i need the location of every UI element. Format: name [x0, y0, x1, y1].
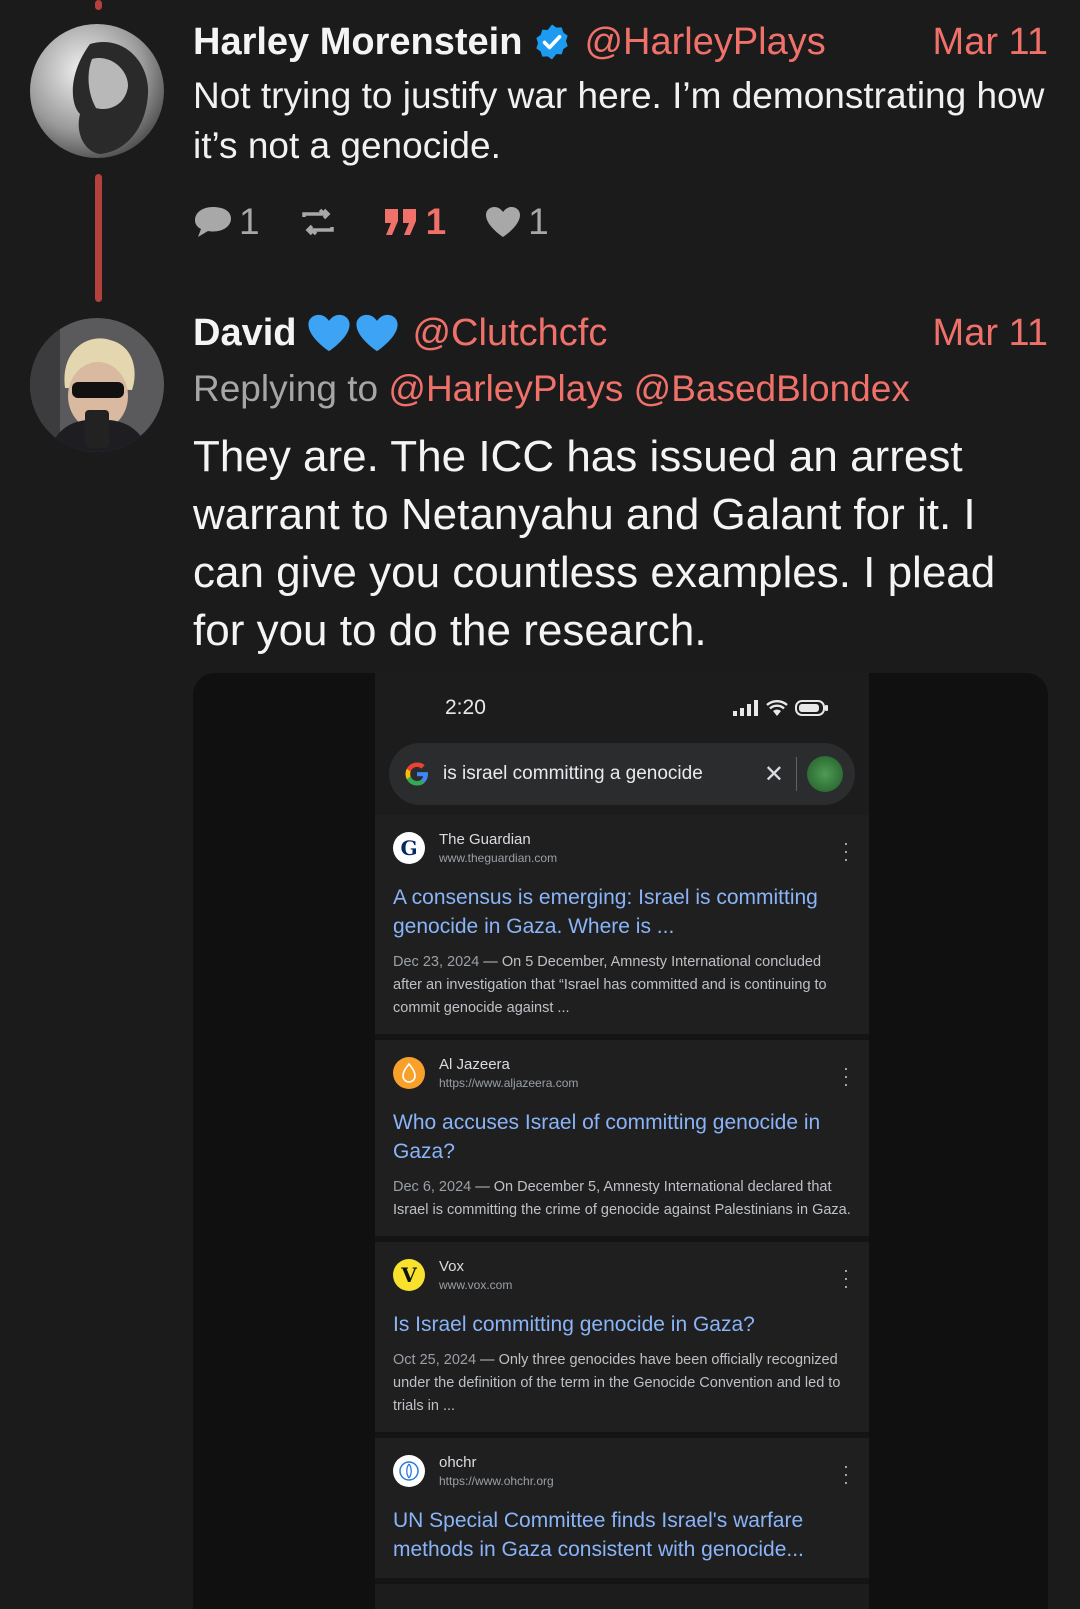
post-date[interactable]: Mar 11: [933, 21, 1048, 64]
quote-count: 1: [425, 201, 447, 242]
signal-icon: [733, 700, 758, 716]
blue-heart-icon: [308, 314, 351, 352]
wifi-icon: [766, 700, 788, 716]
quote-icon: [384, 209, 416, 235]
result-url: https://www.aljazeera.com: [439, 1076, 579, 1090]
clear-search-icon[interactable]: ✕: [764, 760, 784, 789]
result-url: www.theguardian.com: [439, 851, 558, 865]
result-snippet: Oct 25, 2024 — Only three genocides have…: [393, 1352, 841, 1414]
search-result[interactable]: V Vox www.vox.com · · · Is Israel committi…: [375, 1242, 869, 1438]
more-options-icon[interactable]: · · ·: [843, 834, 849, 868]
quote-button[interactable]: 1: [382, 201, 447, 243]
post-text: Not trying to justify war here. I’m demo…: [193, 75, 1045, 166]
result-url: www.vox.com: [439, 1278, 513, 1292]
author-name[interactable]: Harley Morenstein: [193, 21, 522, 64]
result-title[interactable]: Is Israel committing genocide in Gaza?: [393, 1310, 851, 1339]
mention-link[interactable]: @HarleyPlays: [388, 368, 623, 409]
post-text: They are. The ICC has issued an arrest w…: [193, 432, 996, 655]
ohchr-logo-icon: [393, 1455, 425, 1487]
thread-line-top: [95, 0, 102, 10]
comment-icon: [195, 207, 231, 237]
post-date[interactable]: Mar 11: [933, 312, 1048, 355]
result-url: https://www.ohchr.org: [439, 1474, 554, 1488]
status-bar: 2:20: [375, 673, 869, 743]
result-title[interactable]: UN Special Committee finds Israel's warf…: [393, 1506, 851, 1564]
result-site-name: ohchr: [439, 1454, 477, 1471]
result-date: Dec 6, 2024: [393, 1179, 472, 1195]
result-title[interactable]: Who accuses Israel of committing genocid…: [393, 1108, 851, 1166]
repost-icon: [301, 208, 334, 236]
thread-line-connector: [95, 174, 102, 302]
result-source: G The Guardian www.theguardian.com: [393, 825, 851, 871]
more-options-icon[interactable]: · · ·: [843, 1059, 849, 1093]
aljazeera-logo-icon: [393, 1057, 425, 1089]
author-handle[interactable]: @Clutchcfc: [412, 312, 607, 355]
more-options-icon[interactable]: · · ·: [843, 1261, 849, 1295]
post-header: Harley Morenstein @HarleyPlays Mar 11: [193, 17, 1048, 67]
post-harley: Harley Morenstein @HarleyPlays Mar 11 No…: [193, 17, 1048, 243]
google-search-bar[interactable]: is israel committing a genocide ✕: [389, 743, 855, 805]
repost-button[interactable]: [298, 205, 344, 239]
post-david: David @Clutchcfc Mar 11 Replying to @Har…: [193, 308, 1048, 660]
reply-button[interactable]: 1: [193, 201, 260, 243]
search-query: is israel committing a genocide: [443, 763, 703, 784]
divider: [796, 757, 797, 791]
result-title[interactable]: A consensus is emerging: Israel is commi…: [393, 883, 851, 941]
account-avatar-icon[interactable]: [807, 756, 843, 792]
result-source: Al Jazeera https://www.aljazeera.com: [393, 1050, 851, 1096]
heart-icon: [486, 207, 521, 237]
like-button[interactable]: 1: [484, 201, 549, 243]
verified-badge-icon: [536, 24, 569, 60]
blue-heart-icon: [356, 314, 399, 352]
reply-count: 1: [239, 201, 260, 242]
result-source: ohchr https://www.ohchr.org: [393, 1448, 851, 1494]
result-date: Dec 23, 2024: [393, 954, 480, 970]
mention-link[interactable]: @BasedBlondex: [634, 368, 910, 409]
search-result[interactable]: ohchr https://www.ohchr.org · · · UN Speci…: [375, 1438, 869, 1584]
phone-screenshot: 2:20 is israel committing a genocide ✕ G: [375, 673, 869, 1609]
status-icons: [733, 699, 829, 717]
like-count: 1: [528, 201, 549, 242]
result-site-name: Al Jazeera: [439, 1056, 510, 1073]
author-handle[interactable]: @HarleyPlays: [584, 21, 825, 64]
battery-icon: [795, 700, 828, 716]
post-actions: 1 1 1: [193, 201, 1048, 243]
replying-to-label: Replying to: [193, 368, 379, 409]
result-date: Oct 25, 2024: [393, 1352, 477, 1368]
status-time: 2:20: [445, 696, 486, 719]
blue-heart-icons: [306, 312, 400, 354]
result-snippet: Dec 6, 2024 — On December 5, Amnesty Int…: [393, 1179, 851, 1218]
vox-logo-icon: V: [393, 1259, 425, 1291]
search-result[interactable]: Al Jazeera https://www.aljazeera.com · · ·…: [375, 1040, 869, 1242]
author-name[interactable]: David: [193, 312, 296, 355]
post-media[interactable]: 2:20 is israel committing a genocide ✕ G: [193, 673, 1048, 1609]
replying-to: Replying to @HarleyPlays @BasedBlondex: [193, 364, 1048, 414]
google-logo-icon: [405, 762, 428, 786]
more-options-icon[interactable]: · · ·: [843, 1457, 849, 1491]
result-source: V Vox www.vox.com: [393, 1252, 851, 1298]
post-header: David @Clutchcfc Mar 11: [193, 308, 1048, 358]
result-snippet: Dec 23, 2024 — On 5 December, Amnesty In…: [393, 954, 827, 1016]
avatar-david[interactable]: [30, 318, 164, 452]
result-site-name: Vox: [439, 1258, 465, 1275]
result-site-name: The Guardian: [439, 831, 531, 848]
guardian-logo-icon: G: [393, 832, 425, 864]
search-result[interactable]: G The Guardian www.theguardian.com · · · A…: [375, 815, 869, 1040]
avatar-harley[interactable]: [30, 24, 164, 158]
